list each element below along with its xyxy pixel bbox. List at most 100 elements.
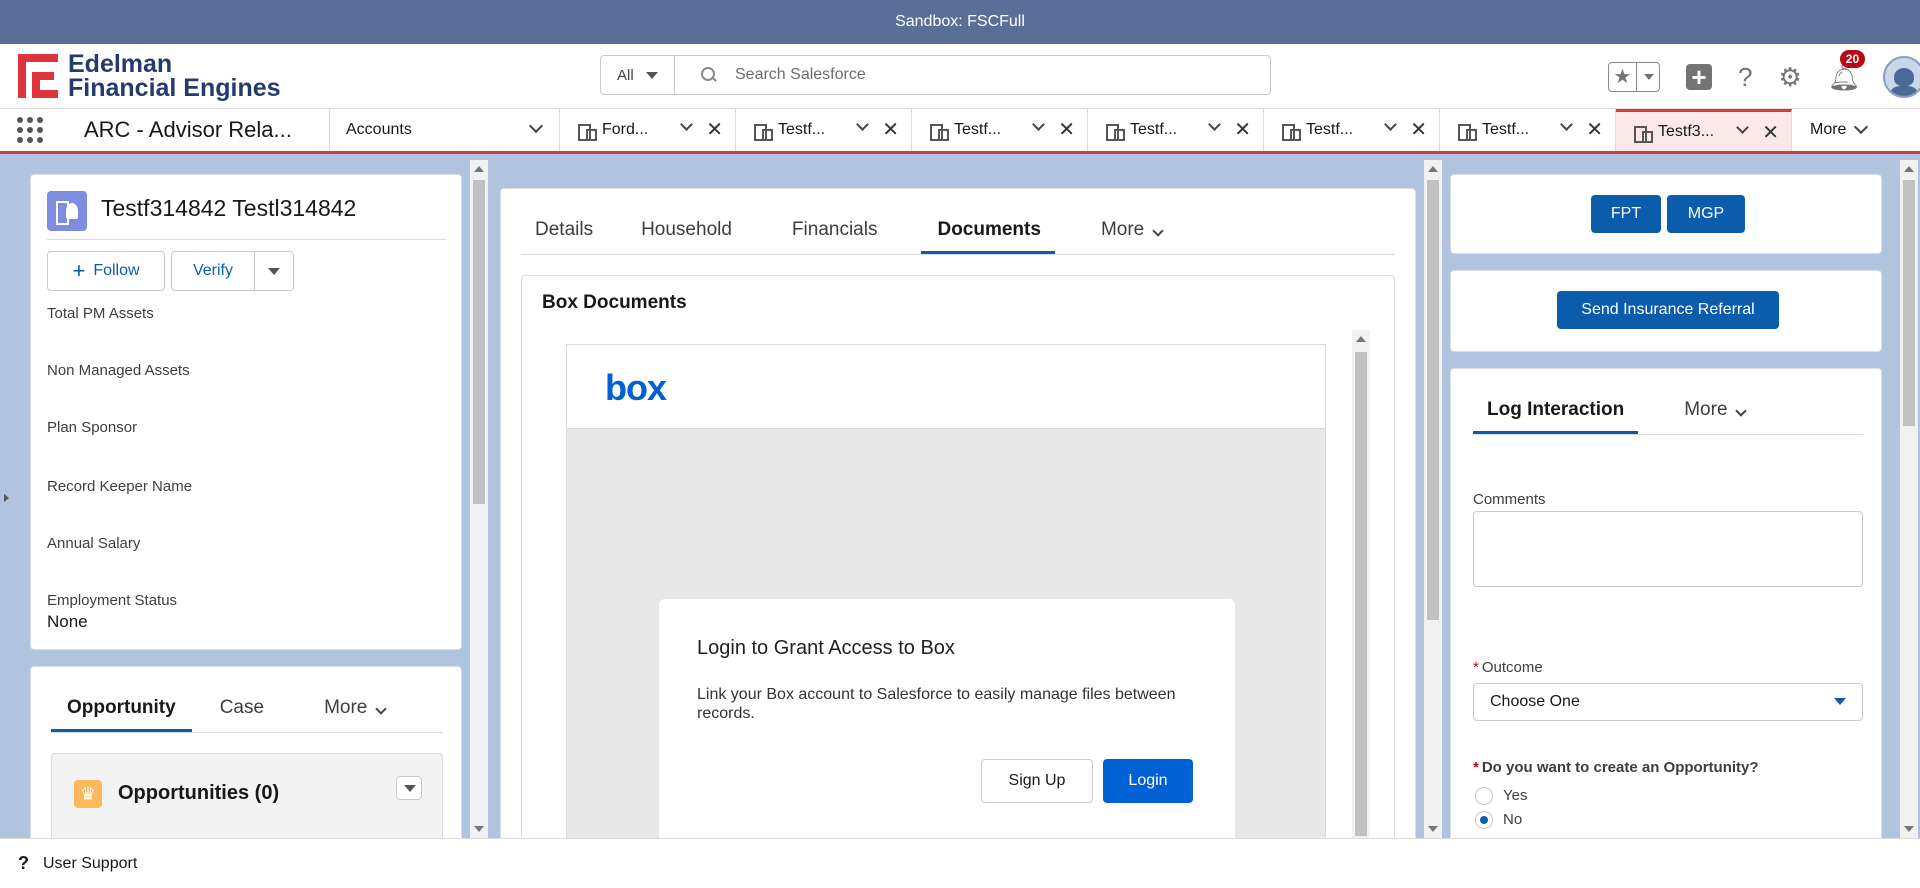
insurance-label: Send Insurance Referral [1581, 301, 1755, 318]
tab-log-interaction[interactable]: Log Interaction [1473, 399, 1639, 434]
app-launcher-button[interactable] [0, 109, 60, 151]
search-scope-label: All [617, 66, 634, 84]
tab-more[interactable]: More [1055, 219, 1164, 254]
workspace-tab[interactable]: Testf... ✕ [1264, 109, 1440, 151]
verify-button[interactable]: Verify [171, 251, 255, 291]
company-logo[interactable]: Edelman Financial Engines [18, 50, 281, 101]
notification-badge: 20 [1839, 50, 1866, 68]
tab-more[interactable]: More [324, 697, 387, 732]
tab-household[interactable]: Household [607, 219, 746, 254]
workspace-tab[interactable]: Testf... ✕ [736, 109, 912, 151]
global-search: All Search Salesforce [600, 55, 1271, 95]
caret-down-icon [1834, 698, 1846, 705]
person-account-icon [754, 122, 773, 141]
chevron-down-icon[interactable] [528, 118, 544, 134]
notifications-button[interactable]: 🔔︎ 20 [1828, 50, 1866, 92]
right-scrollbar[interactable] [1900, 160, 1918, 838]
signup-label: Sign Up [1008, 772, 1066, 789]
scroll-thumb[interactable] [1355, 352, 1367, 836]
close-icon[interactable]: ✕ [882, 117, 899, 142]
tab-opportunity[interactable]: Opportunity [51, 697, 192, 732]
login-button[interactable]: Login [1103, 759, 1193, 803]
outcome-select[interactable]: Choose One [1473, 683, 1863, 721]
field-label: Employment Status [47, 592, 178, 609]
chevron-down-icon[interactable] [1560, 118, 1573, 131]
global-actions-button[interactable]: + [1686, 64, 1712, 90]
chevron-down-icon[interactable] [856, 118, 869, 131]
nav-bar: ARC - Advisor Rela... Accounts Ford... ✕… [0, 108, 1920, 154]
close-icon[interactable]: ✕ [706, 117, 723, 142]
related-tabs: Opportunity Case More [51, 697, 443, 733]
close-icon[interactable]: ✕ [1234, 117, 1251, 142]
chevron-down-icon[interactable] [1384, 118, 1397, 131]
close-icon[interactable]: ✕ [1586, 117, 1603, 142]
tab-more[interactable]: More [1684, 399, 1747, 434]
scroll-thumb[interactable] [1903, 180, 1915, 426]
workspace-tab[interactable]: Testf... ✕ [1088, 109, 1264, 151]
user-support-button[interactable]: ? User Support [18, 853, 137, 874]
field-label: Total PM Assets [47, 305, 154, 322]
close-icon[interactable]: ✕ [1762, 120, 1779, 145]
gear-icon[interactable]: ⚙ [1778, 62, 1801, 92]
scroll-down-icon[interactable] [474, 826, 484, 832]
scroll-thumb[interactable] [1427, 180, 1439, 620]
expand-panel-icon[interactable] [4, 494, 9, 502]
user-support-label: User Support [43, 854, 138, 872]
tab-case[interactable]: Case [220, 697, 264, 732]
scroll-down-icon[interactable] [1428, 826, 1438, 832]
building-icon [1458, 122, 1477, 141]
building-icon [1282, 122, 1301, 141]
radio-no[interactable] [1475, 811, 1493, 829]
signup-button[interactable]: Sign Up [981, 759, 1093, 803]
required-asterisk: * [1473, 659, 1479, 676]
scroll-down-icon[interactable] [1904, 826, 1914, 832]
workspace-tab-active[interactable]: Testf3... ✕ [1616, 109, 1792, 151]
scroll-up-icon[interactable] [474, 166, 484, 172]
logo-line1: Edelman [68, 50, 173, 78]
chevron-down-icon[interactable] [680, 118, 693, 131]
tab-documents[interactable]: Documents [921, 219, 1055, 254]
scroll-thumb[interactable] [473, 180, 485, 504]
workspace-tab[interactable]: Testf... ✕ [1440, 109, 1616, 151]
box-frame-scrollbar[interactable] [1352, 330, 1370, 838]
scroll-up-icon[interactable] [1428, 166, 1438, 172]
tab-details[interactable]: Details [521, 219, 607, 254]
help-icon[interactable]: ? [1738, 62, 1752, 92]
utility-bar: ? User Support [0, 838, 1920, 888]
send-insurance-referral-button[interactable]: Send Insurance Referral [1557, 291, 1779, 329]
close-icon[interactable]: ✕ [1410, 117, 1427, 142]
nav-item-accounts[interactable]: Accounts [330, 109, 560, 151]
tab-more-label: More [324, 697, 368, 718]
avatar[interactable] [1882, 56, 1920, 98]
chevron-down-icon[interactable] [1032, 118, 1045, 131]
box-header: box [567, 345, 1325, 429]
follow-button[interactable]: + Follow [47, 251, 165, 291]
workspace-tab[interactable]: Ford... ✕ [560, 109, 736, 151]
search-scope-dropdown[interactable]: All [601, 56, 675, 94]
search-input[interactable]: Search Salesforce [735, 66, 866, 84]
favorites-button[interactable]: ★ [1608, 62, 1660, 92]
outcome-label: * Outcome [1473, 659, 1543, 676]
comments-textarea[interactable] [1473, 511, 1863, 587]
workspace-tab-label: Ford... [602, 121, 649, 138]
radio-yes[interactable] [1475, 787, 1493, 805]
fpt-button[interactable]: FPT [1591, 195, 1661, 233]
close-icon[interactable]: ✕ [1058, 117, 1075, 142]
more-actions-button[interactable] [254, 251, 294, 291]
center-scrollbar[interactable] [1424, 160, 1442, 838]
opportunity-question-text: Do you want to create an Opportunity? [1481, 759, 1759, 776]
chevron-down-icon[interactable] [1208, 118, 1221, 131]
workspace-tab[interactable]: Testf... ✕ [912, 109, 1088, 151]
opportunities-title[interactable]: Opportunities (0) [118, 782, 279, 805]
waffle-icon [17, 117, 43, 143]
left-scrollbar[interactable] [470, 160, 488, 838]
tab-more-label: More [1100, 219, 1145, 240]
chevron-down-icon[interactable] [1736, 121, 1749, 134]
tab-financials[interactable]: Financials [746, 219, 892, 254]
opportunity-question: * Do you want to create an Opportunity? [1473, 759, 1759, 776]
nav-more-button[interactable]: More [1792, 109, 1869, 151]
scroll-up-icon[interactable] [1356, 336, 1366, 342]
card-menu-button[interactable] [396, 776, 422, 800]
scroll-up-icon[interactable] [1904, 166, 1914, 172]
mgp-button[interactable]: MGP [1667, 195, 1745, 233]
